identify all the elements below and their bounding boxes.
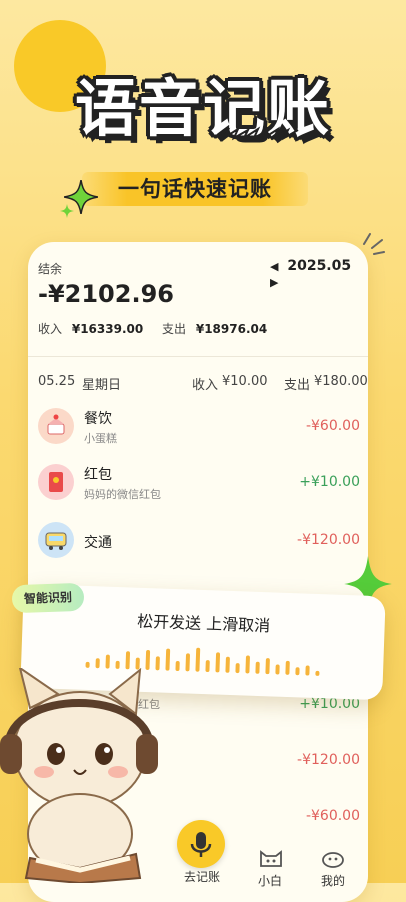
promo-headline: 语音记账 — [74, 72, 331, 145]
promo-subline: 一句话快速记账 — [82, 172, 308, 206]
cake-icon — [38, 408, 74, 444]
bus-icon — [38, 522, 74, 558]
transaction-note: 妈妈的微信红包 — [84, 488, 161, 501]
next-month-icon[interactable]: ▶ — [270, 276, 278, 289]
transaction-category: 餐饮 — [84, 411, 112, 427]
prev-month-icon[interactable]: ◀ — [270, 260, 278, 273]
income-label: 收入 — [38, 322, 63, 336]
summary-divider — [28, 356, 368, 357]
day-date: 05.25 — [38, 374, 76, 389]
red-envelope-icon — [38, 464, 74, 500]
day-weekday: 星期日 — [82, 378, 122, 393]
burst-lines-decoration — [363, 233, 385, 255]
profile-icon[interactable] — [320, 848, 346, 868]
balance-label: 结余 — [38, 262, 63, 276]
transaction-row[interactable]: 红包 妈妈的微信红包 +¥10.00 — [28, 462, 368, 506]
cat-mascot — [0, 668, 158, 883]
voice-record-button[interactable] — [177, 820, 225, 868]
expense-label: 支出 — [162, 322, 187, 336]
transaction-row[interactable]: 交通 -¥120.00 — [28, 520, 368, 564]
nav-mine-label[interactable]: 我的 — [313, 872, 353, 889]
transaction-amount: -¥60.00 — [305, 418, 360, 434]
day-income-value: ¥10.00 — [222, 374, 268, 389]
transaction-category: 红包 — [84, 467, 112, 483]
transaction-amount: +¥10.00 — [299, 474, 360, 490]
day-expense-label: 支出 — [284, 378, 311, 393]
month-label: 2025.05 — [287, 258, 352, 274]
balance-value: -¥2102.96 — [38, 280, 174, 308]
scribble-decoration — [215, 126, 299, 141]
transaction-amount: -¥120.00 — [297, 532, 360, 548]
transaction-category: 交通 — [84, 535, 112, 551]
cat-face-icon[interactable] — [258, 848, 284, 868]
nav-pet-label[interactable]: 小白 — [250, 872, 290, 889]
expense-value: ¥18976.04 — [195, 322, 268, 336]
list-item-amount: -¥60.00 — [305, 808, 360, 824]
transaction-note: 小蛋糕 — [84, 432, 117, 445]
income-value: ¥16339.00 — [71, 322, 144, 336]
day-expense-value: ¥180.00 — [314, 374, 368, 389]
transaction-row[interactable]: 餐饮 小蛋糕 -¥60.00 — [28, 406, 368, 450]
day-income-label: 收入 — [192, 378, 219, 393]
microphone-icon — [190, 832, 212, 857]
smart-recognition-tag: 智能识别 — [11, 582, 85, 614]
small-sparkle-icon — [60, 204, 74, 218]
nav-record-label[interactable]: 去记账 — [178, 868, 226, 885]
month-switcher[interactable]: ◀ 2025.05 ▶ — [270, 258, 368, 290]
list-item-amount: -¥120.00 — [297, 752, 360, 768]
